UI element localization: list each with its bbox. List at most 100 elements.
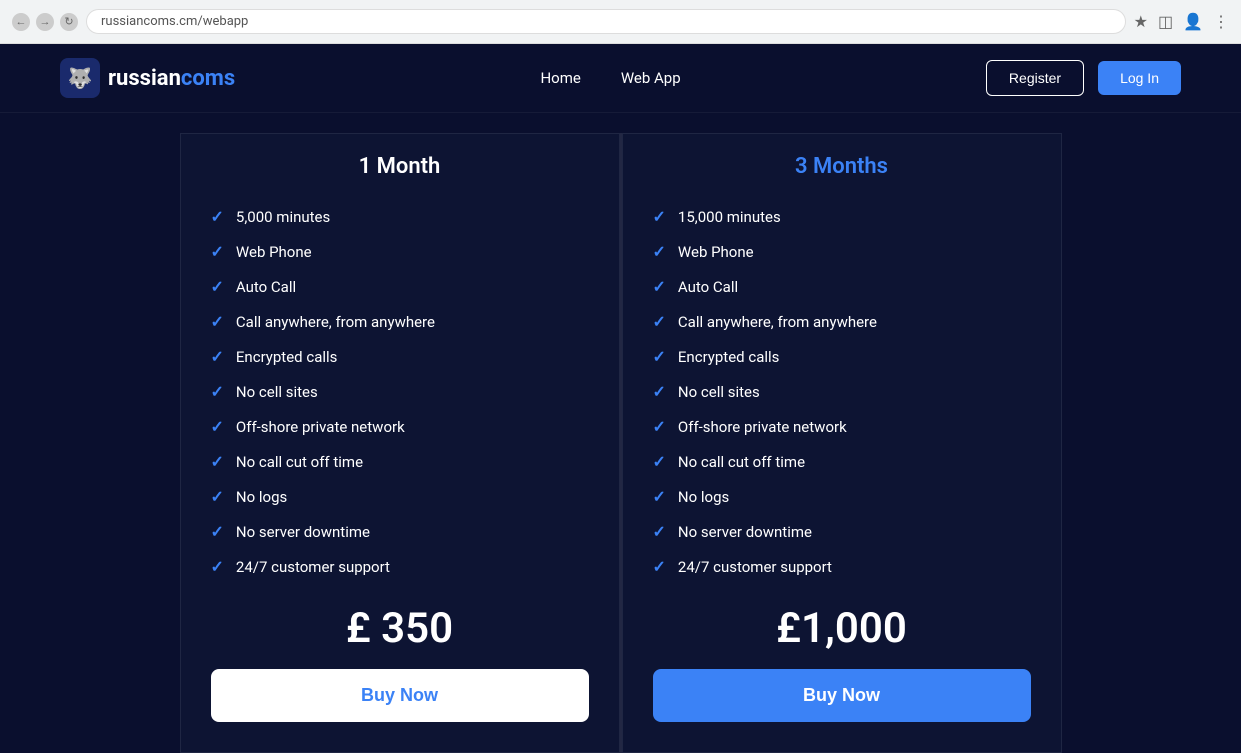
list-item: ✓ No server downtime bbox=[211, 514, 589, 549]
nav-buttons: Register Log In bbox=[986, 60, 1181, 96]
check-icon: ✓ bbox=[211, 207, 224, 226]
check-icon: ✓ bbox=[211, 382, 224, 401]
check-icon: ✓ bbox=[653, 417, 666, 436]
feature-text: Auto Call bbox=[678, 278, 738, 296]
price-3months: £1,000 bbox=[776, 604, 907, 653]
feature-text: Encrypted calls bbox=[678, 348, 779, 366]
list-item: ✓ 24/7 customer support bbox=[653, 549, 1031, 584]
browser-chrome: ← → ↻ russiancoms.cm/webapp ★ ◫ 👤 ⋮ bbox=[0, 0, 1241, 44]
list-item: ✓ No cell sites bbox=[653, 374, 1031, 409]
profile-icon[interactable]: 👤 bbox=[1183, 12, 1203, 31]
feature-text: No server downtime bbox=[678, 523, 812, 541]
check-icon: ✓ bbox=[653, 487, 666, 506]
feature-text: Call anywhere, from anywhere bbox=[236, 313, 435, 331]
list-item: ✓ No logs bbox=[653, 479, 1031, 514]
buy-now-button-1month[interactable]: Buy Now bbox=[211, 669, 589, 722]
bookmark-icon[interactable]: ★ bbox=[1134, 12, 1148, 31]
navbar: 🐺 russiancoms Home Web App Register Log … bbox=[0, 44, 1241, 113]
list-item: ✓ 15,000 minutes bbox=[653, 199, 1031, 234]
check-icon: ✓ bbox=[653, 557, 666, 576]
feature-text: 15,000 minutes bbox=[678, 208, 781, 226]
register-button[interactable]: Register bbox=[986, 60, 1084, 96]
feature-text: Call anywhere, from anywhere bbox=[678, 313, 877, 331]
price-area-1month: £ 350 bbox=[211, 604, 589, 653]
check-icon: ✓ bbox=[653, 452, 666, 471]
plan-title-1month: 1 Month bbox=[211, 154, 589, 179]
logo-icon: 🐺 bbox=[60, 58, 100, 98]
plan-title-3months: 3 Months bbox=[653, 154, 1031, 179]
browser-controls: ← → ↻ bbox=[12, 13, 78, 31]
feature-text: No logs bbox=[236, 488, 287, 506]
browser-icons: ★ ◫ 👤 ⋮ bbox=[1134, 12, 1229, 31]
check-icon: ✓ bbox=[653, 347, 666, 366]
check-icon: ✓ bbox=[653, 207, 666, 226]
check-icon: ✓ bbox=[653, 242, 666, 261]
price-area-3months: £1,000 bbox=[653, 604, 1031, 653]
list-item: ✓ No call cut off time bbox=[653, 444, 1031, 479]
check-icon: ✓ bbox=[211, 557, 224, 576]
list-item: ✓ 5,000 minutes bbox=[211, 199, 589, 234]
feature-text: No call cut off time bbox=[678, 453, 805, 471]
check-icon: ✓ bbox=[211, 522, 224, 541]
extensions-icon[interactable]: ◫ bbox=[1158, 12, 1173, 31]
feature-text: Off-shore private network bbox=[678, 418, 847, 436]
pricing-card-3months: 3 Months ✓ 15,000 minutes ✓ Web Phone ✓ … bbox=[622, 133, 1062, 753]
list-item: ✓ Web Phone bbox=[211, 234, 589, 269]
list-item: ✓ No logs bbox=[211, 479, 589, 514]
pricing-section: 1 Month ✓ 5,000 minutes ✓ Web Phone ✓ Au… bbox=[0, 113, 1241, 753]
features-list-1month: ✓ 5,000 minutes ✓ Web Phone ✓ Auto Call … bbox=[211, 199, 589, 584]
features-list-3months: ✓ 15,000 minutes ✓ Web Phone ✓ Auto Call… bbox=[653, 199, 1031, 584]
logo-text: russiancoms bbox=[108, 66, 235, 91]
list-item: ✓ Call anywhere, from anywhere bbox=[211, 304, 589, 339]
list-item: ✓ No call cut off time bbox=[211, 444, 589, 479]
back-button[interactable]: ← bbox=[12, 13, 30, 31]
logo-coms: coms bbox=[181, 66, 235, 91]
feature-text: Auto Call bbox=[236, 278, 296, 296]
feature-text: No logs bbox=[678, 488, 729, 506]
list-item: ✓ Web Phone bbox=[653, 234, 1031, 269]
feature-text: No cell sites bbox=[678, 383, 760, 401]
list-item: ✓ No server downtime bbox=[653, 514, 1031, 549]
feature-text: 5,000 minutes bbox=[236, 208, 330, 226]
forward-button[interactable]: → bbox=[36, 13, 54, 31]
feature-text: No server downtime bbox=[236, 523, 370, 541]
check-icon: ✓ bbox=[211, 417, 224, 436]
list-item: ✓ Encrypted calls bbox=[211, 339, 589, 374]
list-item: ✓ No cell sites bbox=[211, 374, 589, 409]
address-bar[interactable]: russiancoms.cm/webapp bbox=[86, 9, 1126, 34]
list-item: ✓ Off-shore private network bbox=[211, 409, 589, 444]
feature-text: No call cut off time bbox=[236, 453, 363, 471]
check-icon: ✓ bbox=[211, 452, 224, 471]
feature-text: No cell sites bbox=[236, 383, 318, 401]
logo: 🐺 russiancoms bbox=[60, 58, 235, 98]
feature-text: 24/7 customer support bbox=[678, 558, 832, 576]
feature-text: Off-shore private network bbox=[236, 418, 405, 436]
list-item: ✓ Auto Call bbox=[211, 269, 589, 304]
price-1month: £ 350 bbox=[346, 604, 453, 653]
login-button[interactable]: Log In bbox=[1098, 61, 1181, 95]
feature-text: 24/7 customer support bbox=[236, 558, 390, 576]
list-item: ✓ 24/7 customer support bbox=[211, 549, 589, 584]
url-text: russiancoms.cm/webapp bbox=[101, 14, 248, 29]
nav-webapp-link[interactable]: Web App bbox=[621, 69, 681, 87]
refresh-button[interactable]: ↻ bbox=[60, 13, 78, 31]
list-item: ✓ Off-shore private network bbox=[653, 409, 1031, 444]
check-icon: ✓ bbox=[653, 382, 666, 401]
feature-text: Web Phone bbox=[236, 243, 312, 261]
check-icon: ✓ bbox=[653, 522, 666, 541]
pricing-card-1month: 1 Month ✓ 5,000 minutes ✓ Web Phone ✓ Au… bbox=[180, 133, 620, 753]
nav-links: Home Web App bbox=[540, 69, 680, 87]
check-icon: ✓ bbox=[653, 312, 666, 331]
feature-text: Encrypted calls bbox=[236, 348, 337, 366]
list-item: ✓ Auto Call bbox=[653, 269, 1031, 304]
logo-russian: russian bbox=[108, 66, 181, 91]
check-icon: ✓ bbox=[211, 347, 224, 366]
buy-now-button-3months[interactable]: Buy Now bbox=[653, 669, 1031, 722]
check-icon: ✓ bbox=[211, 487, 224, 506]
check-icon: ✓ bbox=[211, 277, 224, 296]
list-item: ✓ Call anywhere, from anywhere bbox=[653, 304, 1031, 339]
nav-home-link[interactable]: Home bbox=[540, 69, 580, 87]
menu-icon[interactable]: ⋮ bbox=[1213, 12, 1229, 31]
check-icon: ✓ bbox=[653, 277, 666, 296]
list-item: ✓ Encrypted calls bbox=[653, 339, 1031, 374]
